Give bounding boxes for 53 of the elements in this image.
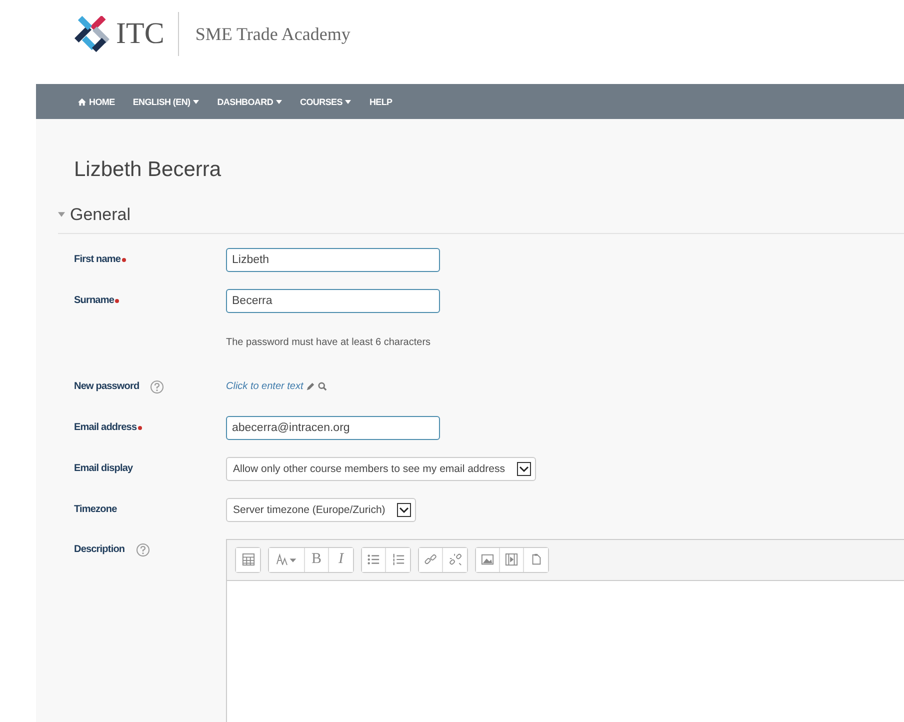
logo-text: ITC [116, 17, 164, 51]
image-button[interactable] [476, 548, 500, 572]
field-label: New password [74, 381, 140, 392]
text-field[interactable]: Lizbeth [226, 248, 440, 272]
section-toggle[interactable]: General [58, 204, 130, 224]
caret-icon [193, 100, 200, 104]
unlink-icon [448, 553, 462, 566]
grid-icon [242, 553, 254, 566]
toolbar-toggle-button[interactable] [236, 548, 260, 572]
select-field[interactable]: Server timezone (Europe/Zurich) [226, 498, 416, 522]
help-icon[interactable] [150, 380, 164, 394]
link-button[interactable] [419, 548, 443, 572]
nav-link[interactable]: HELP [369, 96, 392, 106]
caret-icon [345, 100, 352, 104]
search-icon[interactable] [318, 382, 328, 391]
logo-icon [72, 16, 112, 52]
film-icon [505, 553, 518, 566]
select-field[interactable]: Allow only other course members to see my email address [226, 456, 536, 480]
bullet-list-button[interactable] [362, 548, 386, 572]
image-icon [481, 553, 494, 566]
nav-link[interactable]: DASHBOARD [217, 96, 282, 106]
field-label: Email display [74, 463, 133, 474]
text-editor[interactable]: B I [226, 538, 904, 722]
numbered-list-icon [392, 553, 404, 566]
nav-link[interactable]: ENGLISH (EN) [132, 96, 200, 106]
bullet-list-icon [367, 553, 380, 566]
hint-text: The password must have at least 6 characters [226, 337, 431, 348]
text-field[interactable]: abecerra@intracen.org [226, 416, 440, 440]
caret-icon [58, 212, 65, 217]
text-field[interactable]: Becerra [226, 288, 440, 312]
enter-text-link[interactable]: Click to enter text [226, 381, 304, 392]
dropdown-icon [516, 462, 531, 476]
document-icon [530, 553, 542, 566]
dropdown-icon [397, 502, 412, 516]
required-icon [115, 298, 119, 302]
font-size-icon [276, 553, 298, 566]
required-icon [122, 258, 126, 262]
help-icon[interactable] [136, 542, 150, 556]
caret-icon [276, 100, 282, 104]
field-label: Email address [74, 422, 137, 433]
home-icon [78, 98, 86, 106]
site-name: SME Trade Academy [195, 24, 350, 44]
font-size-button[interactable] [269, 548, 305, 572]
field-label: Timezone [74, 504, 117, 515]
required-icon [138, 426, 142, 430]
page-title: Lizbeth Becerra [74, 158, 222, 182]
pencil-icon[interactable] [306, 382, 316, 391]
nav-link[interactable]: COURSES [300, 96, 352, 106]
link-icon [424, 553, 437, 566]
nav-link[interactable]: HOME [78, 96, 115, 106]
field-label: Description [74, 544, 125, 555]
field-label: Surname [74, 295, 114, 306]
field-label: First name [74, 254, 121, 265]
